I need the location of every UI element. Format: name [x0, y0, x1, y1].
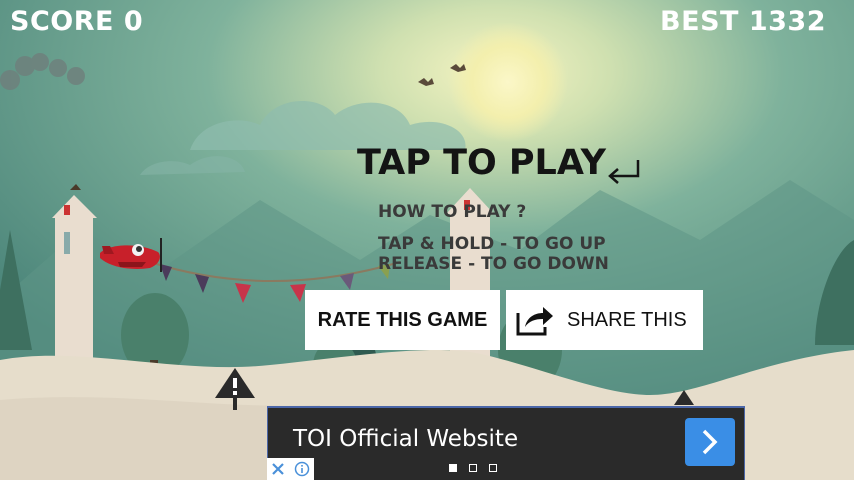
score-display: SCORE 0 — [10, 6, 143, 37]
instruction-down: RELEASE - TO GO DOWN — [378, 254, 609, 274]
ad-title[interactable]: TOI Official Website — [293, 426, 518, 452]
instruction-up: TAP & HOLD - TO GO UP — [378, 234, 606, 254]
ad-page-indicator — [449, 464, 497, 472]
share-button-label: SHARE THIS — [567, 308, 687, 331]
best-label: BEST — [660, 6, 739, 37]
rate-button-label: RATE THIS GAME — [317, 308, 488, 331]
rate-game-button[interactable]: RATE THIS GAME — [305, 290, 500, 350]
share-button[interactable]: SHARE THIS — [506, 290, 703, 350]
ad-page-dot — [489, 464, 497, 472]
chevron-right-icon — [702, 429, 718, 455]
score-value: 0 — [123, 6, 144, 37]
ad-page-dot — [469, 464, 477, 472]
best-value: 1332 — [748, 6, 826, 37]
ad-banner[interactable]: TOI Official Website — [267, 406, 745, 480]
sun — [448, 22, 568, 142]
best-score-display: BEST 1332 — [660, 6, 826, 37]
close-icon[interactable] — [271, 462, 285, 476]
info-icon[interactable] — [294, 461, 310, 477]
share-icon — [516, 307, 553, 336]
tap-to-play-title[interactable]: TAP TO PLAY — [357, 143, 606, 183]
ad-open-button[interactable] — [685, 418, 735, 466]
ad-choices[interactable] — [267, 458, 314, 480]
enter-arrow-icon — [608, 160, 640, 184]
how-to-play-heading: HOW TO PLAY ? — [378, 202, 527, 222]
left-tower — [52, 184, 97, 375]
score-label: SCORE — [10, 6, 114, 37]
ad-page-dot — [449, 464, 457, 472]
